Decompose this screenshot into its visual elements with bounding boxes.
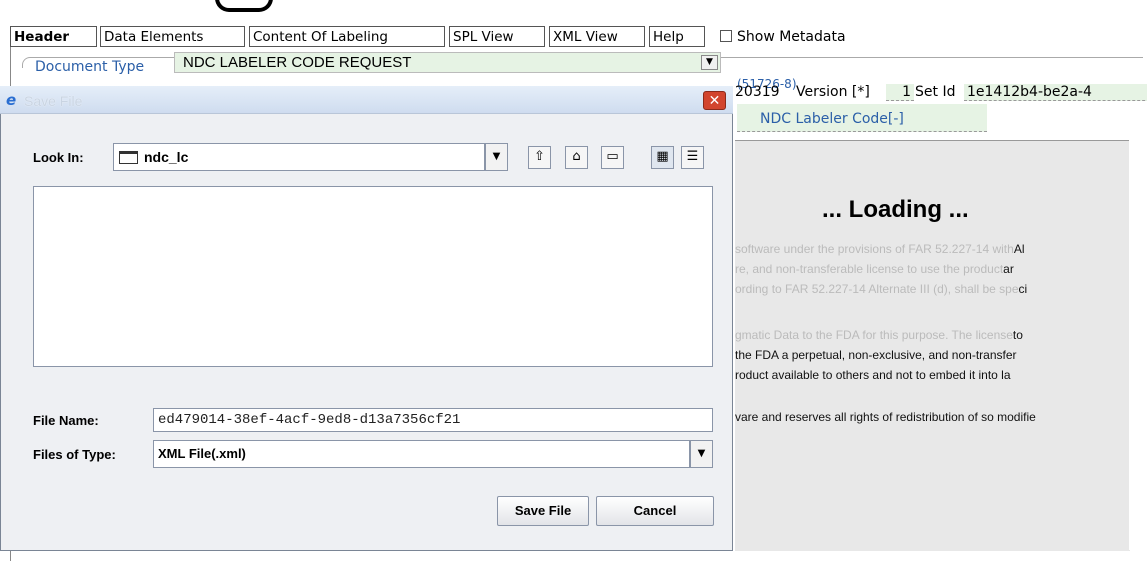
- cancel-button[interactable]: Cancel: [596, 496, 714, 526]
- tab-data-elements[interactable]: Data Elements: [100, 26, 245, 47]
- look-in-combo[interactable]: ndc_lc: [113, 143, 485, 171]
- loading-panel-edge: [1129, 140, 1147, 550]
- license-line: roduct available to others and not to em…: [735, 368, 1011, 382]
- logo-fragment: [215, 0, 273, 12]
- folder-icon: [119, 151, 138, 164]
- file-name-label: File Name:: [33, 413, 99, 428]
- dialog-titlebar[interactable]: [0, 86, 733, 114]
- effective-date-fragment: 20319: [735, 84, 780, 100]
- show-metadata-checkbox[interactable]: [720, 30, 732, 42]
- license-line: ording to FAR 52.227-14 Alternate III (d…: [735, 282, 1028, 296]
- dialog-title: Save File: [24, 93, 83, 109]
- license-line: gmatic Data to the FDA for this purpose.…: [735, 328, 1023, 342]
- document-type-label: Document Type: [35, 59, 147, 75]
- look-in-label: Look In:: [33, 150, 84, 165]
- files-of-type-label: Files of Type:: [33, 447, 116, 462]
- up-folder-icon[interactable]: ⇧: [528, 146, 551, 169]
- loading-title: ... Loading ...: [822, 196, 969, 223]
- version-field[interactable]: 1: [886, 84, 914, 101]
- browser-icon: e: [6, 91, 17, 109]
- setid-label: Set Id: [915, 84, 956, 100]
- version-label: Version [*]: [796, 84, 870, 100]
- tab-help[interactable]: Help: [649, 26, 705, 47]
- file-name-input[interactable]: ed479014-38ef-4acf-9ed8-d13a7356cf21: [153, 408, 713, 432]
- license-line: vare and reserves all rights of redistri…: [735, 410, 1036, 424]
- tab-spl-view[interactable]: SPL View: [449, 26, 545, 47]
- setid-field[interactable]: 1e1412b4-be2a-4: [964, 84, 1147, 101]
- chevron-down-icon[interactable]: ▼: [690, 440, 713, 468]
- license-line: re, and non-transferable license to use …: [735, 262, 1014, 276]
- new-folder-icon[interactable]: ▭: [601, 146, 624, 169]
- chevron-down-icon[interactable]: ▼: [485, 143, 508, 171]
- list-view-icon[interactable]: ▦: [651, 146, 674, 169]
- close-button[interactable]: ✕: [703, 91, 726, 110]
- license-line: software under the provisions of FAR 52.…: [735, 242, 1025, 256]
- tab-xml-view[interactable]: XML View: [549, 26, 645, 47]
- license-line: the FDA a perpetual, non-exclusive, and …: [735, 348, 1017, 362]
- tab-content-of-labeling[interactable]: Content Of Labeling: [249, 26, 445, 47]
- details-view-icon[interactable]: ☰: [681, 146, 704, 169]
- save-button[interactable]: Save File: [497, 496, 589, 526]
- ndc-labeler-code-label: NDC Labeler Code[-]: [760, 111, 904, 127]
- home-icon[interactable]: ⌂: [565, 146, 588, 169]
- tab-header[interactable]: Header: [10, 26, 97, 47]
- files-of-type-combo[interactable]: XML File(.xml): [153, 440, 690, 468]
- chevron-down-icon[interactable]: ▼: [701, 55, 718, 70]
- document-type-select[interactable]: NDC LABELER CODE REQUEST: [174, 52, 721, 73]
- show-metadata-label: Show Metadata: [737, 29, 846, 45]
- file-list[interactable]: [33, 186, 713, 367]
